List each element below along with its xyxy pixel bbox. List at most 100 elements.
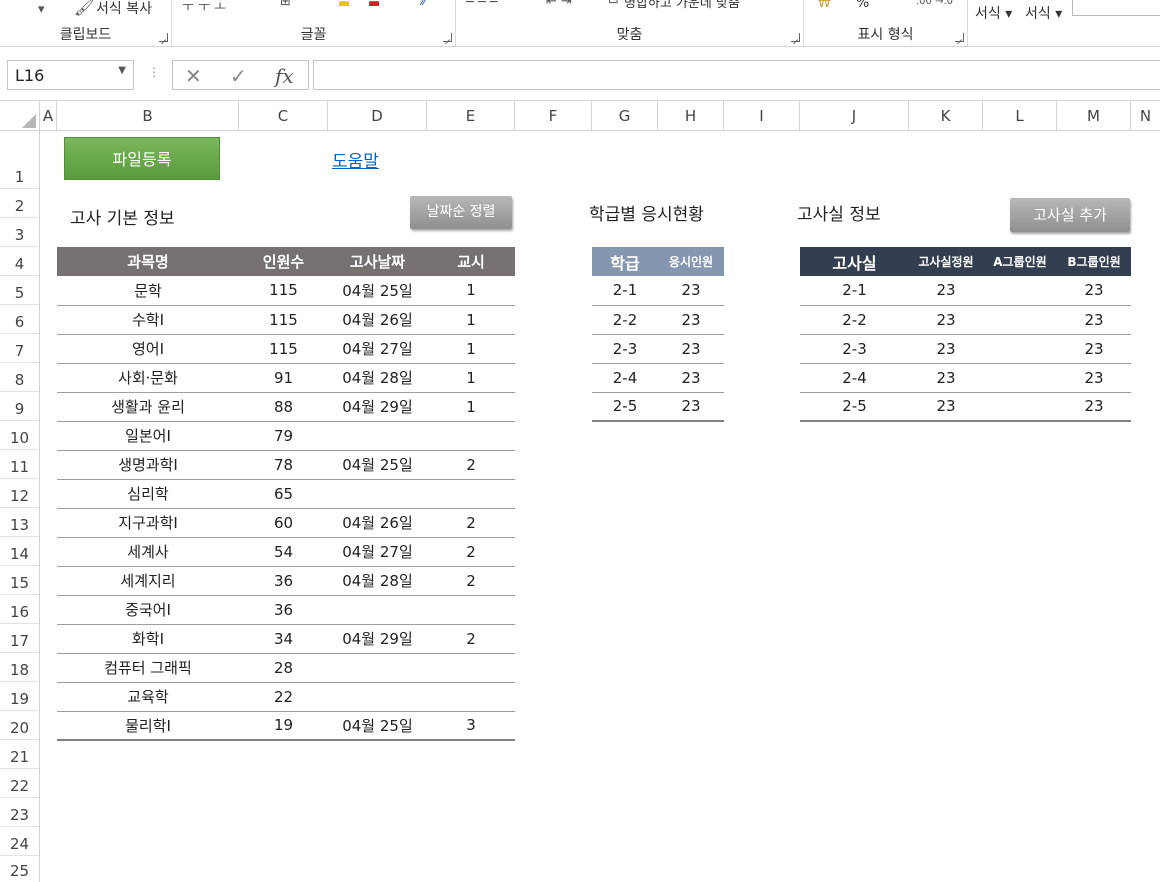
header-class[interactable]: 학급: [592, 247, 658, 276]
table-cell[interactable]: 91: [239, 363, 328, 393]
alignment-launcher-icon[interactable]: [791, 33, 800, 42]
table-cell[interactable]: 88: [239, 392, 328, 422]
clipboard-launcher-icon[interactable]: [159, 33, 168, 42]
table-cell[interactable]: 교육학: [57, 682, 239, 712]
table-format-button[interactable]: 서식 ▾: [1025, 3, 1062, 23]
table-cell[interactable]: [427, 479, 515, 509]
row-header-14[interactable]: 14: [0, 537, 40, 566]
format-painter-button[interactable]: 서식 복사: [96, 0, 152, 18]
table-cell[interactable]: 04월 29일: [328, 392, 427, 422]
percent-button[interactable]: %: [856, 0, 869, 11]
select-all-corner[interactable]: [0, 101, 40, 131]
row-header-6[interactable]: 6: [0, 305, 40, 334]
table-cell[interactable]: [983, 334, 1057, 364]
table-cell[interactable]: 물리학Ⅰ: [57, 711, 239, 741]
table-cell[interactable]: 사회·문화: [57, 363, 239, 393]
table-cell[interactable]: 23: [909, 276, 983, 306]
indent-icon[interactable]: ⇤ ⇥: [546, 0, 572, 9]
font-launcher-icon[interactable]: [443, 33, 452, 42]
row-header-12[interactable]: 12: [0, 479, 40, 508]
font-size-icon[interactable]: ㅜ ㅜ ㅗ: [182, 0, 226, 15]
fill-color-icon[interactable]: ▬: [338, 0, 350, 11]
table-cell[interactable]: 23: [909, 305, 983, 335]
help-link[interactable]: 도움말: [332, 147, 379, 172]
row-header-16[interactable]: 16: [0, 595, 40, 624]
table-cell[interactable]: [328, 479, 427, 509]
paintbrush-icon[interactable]: 🖌: [74, 0, 94, 17]
table-cell[interactable]: 2-2: [800, 305, 909, 335]
header-group-b[interactable]: B그룹인원: [1057, 247, 1131, 276]
row-header-1[interactable]: 1: [0, 131, 40, 189]
column-header-i[interactable]: I: [724, 101, 800, 131]
row-header-11[interactable]: 11: [0, 450, 40, 479]
file-register-button[interactable]: 파일등록: [64, 137, 220, 180]
table-cell[interactable]: [983, 363, 1057, 393]
header-period[interactable]: 교시: [427, 247, 515, 276]
row-header-19[interactable]: 19: [0, 682, 40, 711]
table-cell[interactable]: 2-3: [800, 334, 909, 364]
column-header-j[interactable]: J: [800, 101, 909, 131]
row-header-21[interactable]: 21: [0, 740, 40, 769]
column-header-n[interactable]: N: [1131, 101, 1160, 131]
table-cell[interactable]: 04월 25일: [328, 711, 427, 741]
table-cell[interactable]: 115: [239, 334, 328, 364]
table-cell[interactable]: 78: [239, 450, 328, 480]
table-cell[interactable]: 2-1: [592, 276, 658, 306]
currency-icon[interactable]: ₩: [818, 0, 831, 11]
column-header-f[interactable]: F: [515, 101, 592, 131]
table-cell[interactable]: 65: [239, 479, 328, 509]
table-cell[interactable]: 2-4: [592, 363, 658, 393]
align-icons[interactable]: ═ ═ ═: [466, 0, 498, 9]
table-cell[interactable]: 2-3: [592, 334, 658, 364]
table-cell[interactable]: 일본어Ⅰ: [57, 421, 239, 451]
table-cell[interactable]: 23: [658, 392, 724, 422]
merge-icon[interactable]: ⊟: [608, 0, 619, 7]
add-room-button[interactable]: 고사실 추가: [1010, 198, 1130, 232]
table-cell[interactable]: [328, 421, 427, 451]
table-cell[interactable]: 1: [427, 363, 515, 393]
header-room[interactable]: 고사실: [800, 247, 909, 276]
row-header-8[interactable]: 8: [0, 363, 40, 392]
table-cell[interactable]: 23: [1057, 392, 1131, 422]
cell-style-box[interactable]: [1072, 0, 1160, 16]
header-capacity[interactable]: 고사실정원: [909, 247, 983, 276]
column-header-c[interactable]: C: [239, 101, 328, 131]
sort-by-date-button[interactable]: 날짜순 정렬: [410, 196, 512, 229]
table-cell[interactable]: 60: [239, 508, 328, 538]
table-cell[interactable]: 115: [239, 276, 328, 306]
row-header-23[interactable]: 23: [0, 798, 40, 827]
table-cell[interactable]: 54: [239, 537, 328, 567]
table-cell[interactable]: 2-1: [800, 276, 909, 306]
conditional-format-button[interactable]: 서식 ▾: [975, 3, 1012, 23]
table-cell[interactable]: 지구과학Ⅰ: [57, 508, 239, 538]
table-cell[interactable]: 3: [427, 711, 515, 741]
number-launcher-icon[interactable]: [955, 33, 964, 42]
row-header-2[interactable]: 2: [0, 189, 40, 218]
column-header-l[interactable]: L: [983, 101, 1057, 131]
table-cell[interactable]: 04월 29일: [328, 624, 427, 654]
more-options-icon[interactable]: ⋮: [148, 65, 160, 79]
row-header-3[interactable]: 3: [0, 218, 40, 247]
table-cell[interactable]: [328, 653, 427, 683]
table-cell[interactable]: 23: [658, 363, 724, 393]
row-header-25[interactable]: 25: [0, 856, 40, 882]
table-cell[interactable]: [427, 595, 515, 625]
table-cell[interactable]: 2-5: [800, 392, 909, 422]
table-cell[interactable]: 영어Ⅰ: [57, 334, 239, 364]
table-cell[interactable]: 04월 27일: [328, 537, 427, 567]
table-cell[interactable]: 1: [427, 392, 515, 422]
table-cell[interactable]: 생활과 윤리: [57, 392, 239, 422]
row-header-15[interactable]: 15: [0, 566, 40, 595]
row-header-20[interactable]: 20: [0, 711, 40, 740]
column-header-a[interactable]: A: [40, 101, 57, 131]
table-cell[interactable]: 2-2: [592, 305, 658, 335]
table-cell[interactable]: 34: [239, 624, 328, 654]
header-examinees[interactable]: 응시인원: [658, 247, 724, 276]
table-cell[interactable]: 23: [909, 363, 983, 393]
row-header-24[interactable]: 24: [0, 827, 40, 856]
row-header-9[interactable]: 9: [0, 392, 40, 421]
table-cell[interactable]: [983, 305, 1057, 335]
font-color-icon[interactable]: ▬: [368, 0, 380, 11]
table-cell[interactable]: 04월 25일: [328, 276, 427, 306]
table-cell[interactable]: 23: [909, 334, 983, 364]
